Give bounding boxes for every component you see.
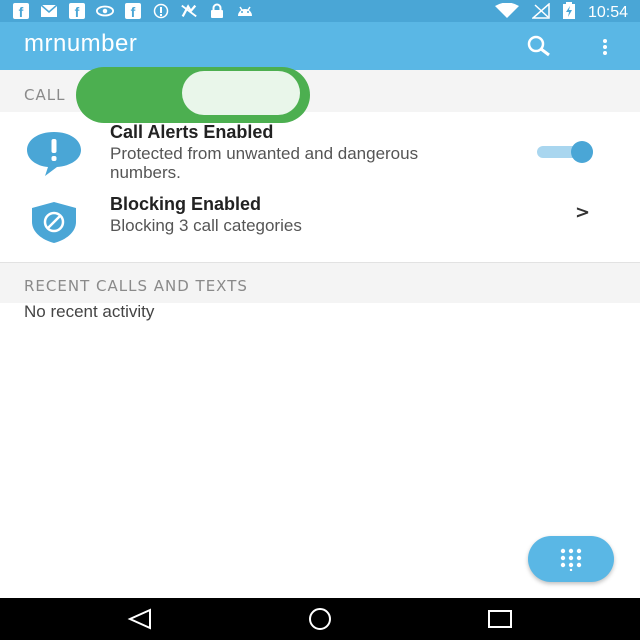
navigation-bar	[0, 598, 640, 640]
info-icon	[152, 3, 170, 19]
lock-icon	[208, 3, 226, 19]
recent-section-header: RECENT CALLS AND TEXTS	[0, 262, 640, 303]
clock: 10:54	[587, 4, 628, 21]
message-icon	[40, 3, 58, 19]
overlay-toggle[interactable]	[76, 67, 310, 123]
signal-icon	[530, 2, 550, 23]
facebook-icon: f	[68, 3, 86, 19]
recents-icon	[488, 610, 512, 628]
search-icon	[527, 35, 550, 57]
nvidia-icon	[96, 3, 114, 19]
shield-block-icon	[24, 200, 84, 250]
blocking-title: Blocking Enabled	[110, 194, 262, 214]
facebook-icon: f	[124, 3, 142, 19]
app-logo: mrnumber	[24, 30, 138, 57]
calls-section-title: CALL	[24, 86, 66, 104]
dialpad-icon	[560, 548, 582, 571]
dialpad-fab[interactable]	[528, 536, 614, 582]
wifi-icon	[494, 2, 520, 23]
facebook-icon: f	[12, 3, 30, 19]
call-alerts-subtitle: Protected from unwanted and dangerous nu…	[110, 144, 419, 182]
system-status: 10:54	[494, 2, 628, 24]
notification-icons: f f f	[12, 3, 254, 19]
no-signal-icon	[180, 3, 198, 19]
more-vert-icon	[603, 39, 607, 55]
recents-button[interactable]	[486, 606, 514, 632]
empty-state-text: No recent activity	[24, 302, 155, 321]
home-button[interactable]	[306, 606, 334, 632]
blocking-subtitle: Blocking 3 call categories	[110, 216, 302, 235]
chevron-right-icon: >	[575, 202, 591, 223]
back-button[interactable]	[126, 606, 154, 632]
switch-thumb	[571, 141, 593, 163]
battery-charging-icon	[562, 2, 576, 24]
recent-section-title: RECENT CALLS AND TEXTS	[24, 277, 248, 295]
app-bar: mrnumber	[0, 22, 640, 70]
call-alerts-title: Call Alerts Enabled	[110, 122, 274, 142]
android-icon	[236, 3, 254, 19]
overlay-toggle-knob	[182, 71, 300, 115]
back-icon	[127, 608, 151, 630]
home-icon	[309, 608, 331, 630]
more-options-button[interactable]	[590, 30, 620, 64]
call-alerts-row[interactable]: Call Alerts Enabled Protected from unwan…	[0, 116, 640, 184]
status-bar: f f f 10:54	[0, 0, 640, 22]
call-alerts-switch[interactable]	[537, 141, 597, 163]
blocking-row[interactable]: Blocking Enabled Blocking 3 call categor…	[0, 188, 640, 256]
search-button[interactable]	[522, 30, 556, 64]
alert-bubble-icon	[24, 128, 84, 178]
